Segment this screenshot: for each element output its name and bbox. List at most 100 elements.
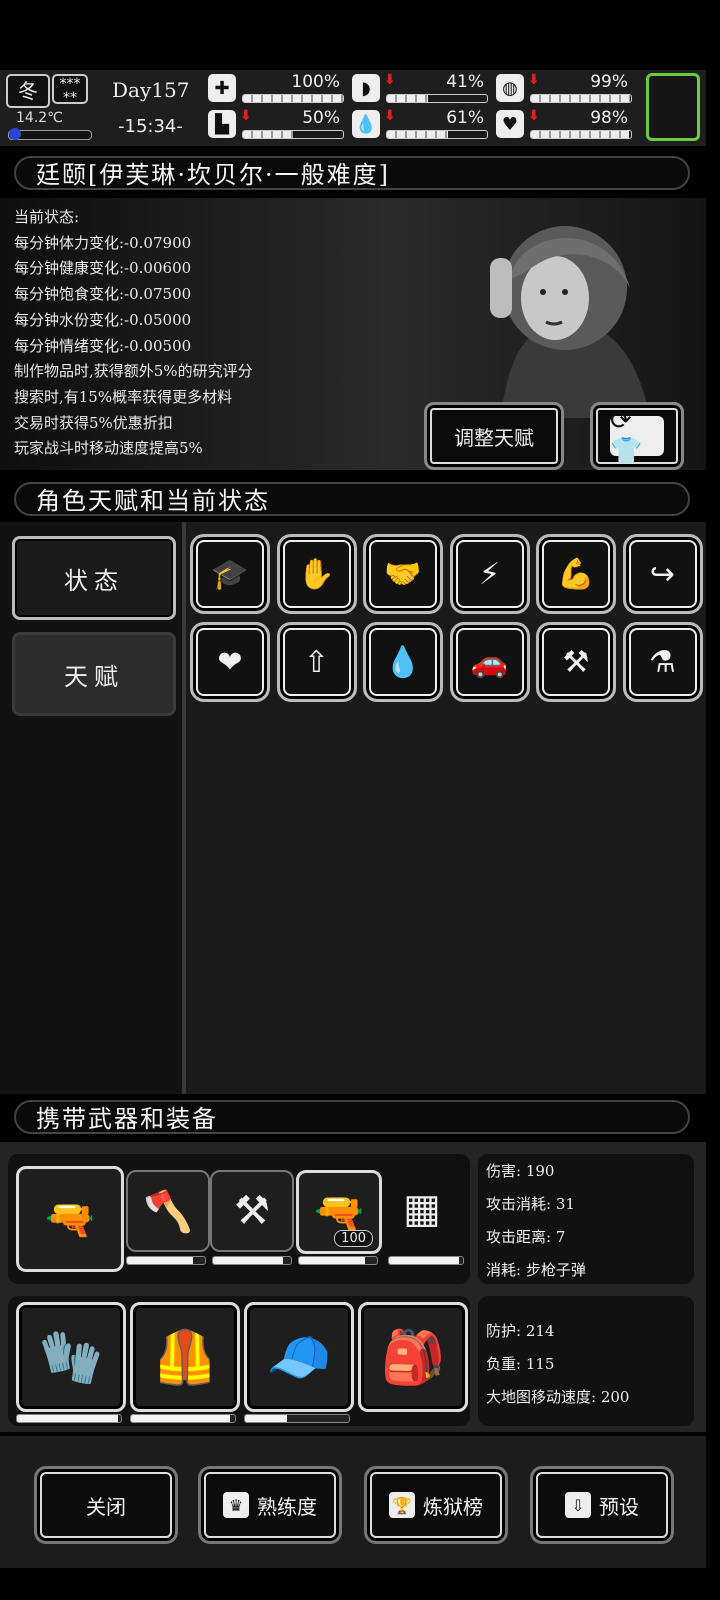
- close-button[interactable]: 关闭: [34, 1466, 178, 1544]
- health-bar: [242, 94, 344, 103]
- drop-up-icon: 💧: [384, 644, 422, 680]
- season-label: 冬: [18, 79, 38, 103]
- weapon-stat-line: 攻击消耗: 31: [486, 1195, 575, 1213]
- decrease-arrow-icon: ⬇: [384, 108, 396, 124]
- armor-stat-line: 大地图移动速度: 200: [486, 1388, 630, 1406]
- minigun-slot[interactable]: 🔫: [16, 1166, 124, 1272]
- armor-durability-bar: [130, 1414, 236, 1423]
- stomach-icon[interactable]: ◗: [352, 74, 380, 102]
- talent-stomach-up[interactable]: ⇧: [276, 622, 357, 702]
- heart-up-icon: ❤: [217, 644, 243, 680]
- stamina-bar: [242, 130, 344, 139]
- weapon-durability-bar: [126, 1256, 206, 1265]
- trophy-banner-icon: 🏆: [389, 1492, 415, 1518]
- device-slot[interactable]: ▦: [388, 1170, 456, 1248]
- talent-heart-up[interactable]: ❤: [190, 622, 270, 702]
- temperature-readout: 14.2℃: [16, 110, 63, 126]
- character-panel: 当前状态: 每分钟体力变化:-0.07900 每分钟健康变化:-0.00600 每分钟…: [0, 198, 706, 470]
- talents-title: 角色天赋和当前状态: [14, 482, 690, 516]
- status-line: 搜索时,有15%概率获得更多材料: [14, 387, 233, 406]
- ammo-count: 100: [334, 1230, 373, 1247]
- proficiency-button[interactable]: ♛ 熟练度: [198, 1466, 342, 1544]
- talent-graduation-cap[interactable]: 🎓: [190, 534, 270, 614]
- talent-drop-up[interactable]: 💧: [363, 622, 443, 702]
- weapon-durability-bar: [212, 1256, 292, 1265]
- mood-bar: [530, 130, 632, 139]
- talent-sprint[interactable]: ⚡: [449, 534, 530, 614]
- equipment-title: 携带武器和装备: [14, 1100, 690, 1134]
- thirst-value: 61%: [446, 108, 484, 128]
- health-value: 100%: [291, 72, 340, 92]
- axe-icon: 🪓: [143, 1188, 193, 1235]
- outfit-swap-icon: ⟳👕: [610, 406, 664, 466]
- talent-car[interactable]: 🚗: [449, 622, 530, 702]
- status-line: 当前状态:: [14, 208, 80, 226]
- close-label: 关闭: [86, 1494, 126, 1519]
- talent-muscle[interactable]: 💪: [536, 534, 616, 614]
- medkit-icon[interactable]: ✚: [208, 74, 236, 102]
- hunger-value: 41%: [446, 72, 484, 92]
- vest-slot[interactable]: 🦺: [130, 1302, 240, 1412]
- tab-status[interactable]: 状态: [12, 536, 176, 620]
- water-drop-icon[interactable]: 💧: [352, 110, 380, 138]
- backpack-slot[interactable]: 🎒: [358, 1302, 468, 1412]
- outfit-swap-button[interactable]: ⟳👕: [590, 402, 684, 470]
- device-icon: ▦: [403, 1186, 441, 1232]
- crossed-axes-icon: ⚒: [562, 644, 590, 680]
- armor-durability-bar: [16, 1414, 122, 1423]
- sprint-icon: ⚡: [478, 556, 501, 592]
- sanity-bar: [530, 94, 632, 103]
- day-counter: Day157: [112, 78, 190, 102]
- preset-label: 预设: [599, 1494, 639, 1519]
- quick-slot-button[interactable]: [646, 73, 700, 141]
- weapon-stat-line: 消耗: 步枪子弹: [486, 1261, 586, 1279]
- weapon-durability-bar: [298, 1256, 378, 1265]
- armor-durability-bar: [244, 1414, 350, 1423]
- decrease-arrow-icon: ⬇: [528, 108, 540, 124]
- thirst-bar: [386, 130, 488, 139]
- mood-value: 98%: [590, 108, 628, 128]
- hud-bar: 冬 *** ** 14.2℃ Day157 -15:34- ✚ 100% ◗ ⬇ 41% ◍…: [0, 70, 706, 146]
- pill-icon[interactable]: ◍: [496, 74, 524, 102]
- weapon-stat-line: 攻击距离: 7: [486, 1228, 566, 1246]
- talent-flask[interactable]: ⚗: [622, 622, 703, 702]
- status-line: 每分钟情绪变化:-0.00500: [14, 336, 192, 355]
- gauntlets-slot[interactable]: 🧤: [16, 1302, 126, 1412]
- muscle-icon: 💪: [557, 556, 595, 592]
- gather-hand-icon: ✋: [297, 556, 336, 592]
- axe-slot[interactable]: 🪓: [126, 1170, 210, 1252]
- shovel-icon: ⚒: [234, 1188, 270, 1234]
- character-portrait: [440, 218, 680, 418]
- proficiency-icon: ♛: [223, 1492, 249, 1518]
- status-line: 每分钟健康变化:-0.00600: [14, 259, 192, 278]
- graduation-cap-icon: 🎓: [211, 556, 249, 592]
- ranking-button[interactable]: 🏆 炼狱榜: [364, 1466, 508, 1544]
- heart-icon[interactable]: ♥: [496, 110, 524, 138]
- thermometer-bar: [8, 128, 92, 140]
- talent-gather-hand[interactable]: ✋: [276, 534, 357, 614]
- tab-status-label: 状态: [64, 566, 124, 595]
- shovel-slot[interactable]: ⚒: [210, 1170, 294, 1252]
- status-line: 制作物品时,获得额外5%的研究评分: [14, 362, 253, 381]
- status-line: 每分钟体力变化:-0.07900: [14, 233, 192, 252]
- talent-trade-hook[interactable]: ↪: [622, 534, 703, 614]
- talent-crossed-axes[interactable]: ⚒: [536, 622, 616, 702]
- backpack-icon: 🎒: [380, 1327, 446, 1388]
- adjust-talent-label: 调整天赋: [454, 425, 534, 450]
- rifle-slot[interactable]: 🔫 100: [296, 1170, 382, 1254]
- weapon-stat-line: 伤害: 190: [486, 1162, 555, 1180]
- hat-icon: 🧢: [266, 1327, 332, 1388]
- status-line: 每分钟饱食变化:-0.07500: [14, 285, 192, 304]
- stamina-value: 50%: [302, 108, 340, 128]
- weapon-durability-bar: [388, 1256, 464, 1265]
- tab-talent[interactable]: 天赋: [12, 632, 176, 716]
- rifle-icon: 🔫: [314, 1189, 364, 1236]
- adjust-talent-button[interactable]: 调整天赋: [424, 402, 564, 470]
- trade-hook-icon: ↪: [649, 556, 676, 592]
- decrease-arrow-icon: ⬇: [528, 72, 540, 88]
- boot-icon[interactable]: ▙: [208, 110, 236, 138]
- preset-button[interactable]: ⇩ 预设: [530, 1466, 674, 1544]
- hat-slot[interactable]: 🧢: [244, 1302, 354, 1412]
- talent-handshake[interactable]: 🤝: [363, 534, 443, 614]
- stomach-up-icon: ⇧: [303, 644, 330, 680]
